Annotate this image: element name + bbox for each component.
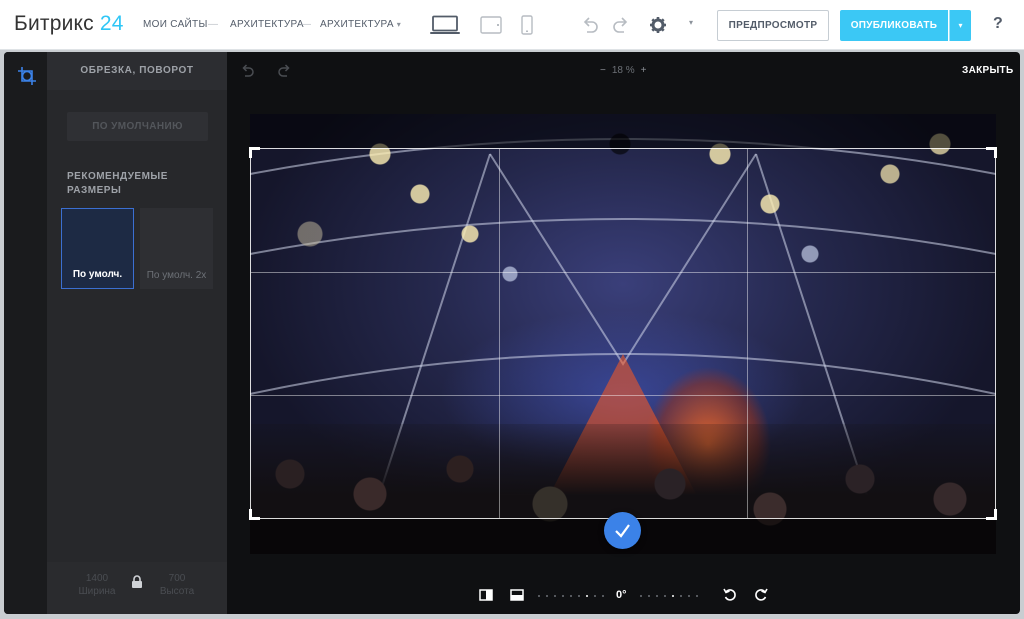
help-button[interactable]: ?: [993, 15, 1003, 33]
dimensions-footer: 1400 Ширина 700 Высота: [47, 562, 227, 614]
gear-icon[interactable]: [648, 15, 668, 35]
grid-line: [499, 149, 500, 518]
canvas-redo-icon[interactable]: [276, 63, 292, 79]
panel-title: ОБРЕЗКА, ПОВОРОТ: [47, 52, 227, 90]
publish-button[interactable]: ОПУБЛИКОВАТЬ: [840, 10, 948, 41]
settings-chevron-down-icon[interactable]: ▾: [689, 18, 693, 27]
rotation-angle: 0°: [616, 589, 627, 601]
flip-vertical-icon[interactable]: [510, 588, 524, 602]
rotate-right-icon[interactable]: [754, 588, 768, 602]
preview-button[interactable]: ПРЕДПРОСМОТР: [717, 10, 829, 41]
logo-text: Битрикс: [14, 12, 94, 35]
width-field[interactable]: 1400 Ширина: [72, 572, 122, 598]
crop-frame[interactable]: [249, 147, 997, 520]
crop-shade-top: [250, 114, 996, 148]
nav-separator: —: [301, 19, 311, 30]
zoom-control: −18 % +: [594, 65, 652, 76]
logo-number: 24: [99, 12, 124, 35]
crop-tool-icon[interactable]: [17, 66, 37, 86]
checkmark-icon: [615, 524, 630, 538]
nav-site-architecture[interactable]: АРХИТЕКТУРА: [230, 19, 304, 30]
apply-crop-button[interactable]: [604, 512, 641, 549]
publish-dropdown-button[interactable]: ▾: [949, 10, 971, 41]
preset-default[interactable]: По умолч.: [61, 208, 134, 289]
lock-icon[interactable]: [131, 575, 143, 589]
nav-page-label: АРХИТЕКТУРА: [320, 19, 394, 30]
tablet-icon[interactable]: [480, 15, 502, 35]
redo-icon[interactable]: [611, 15, 631, 35]
grid-line: [251, 395, 995, 396]
crop-panel: ОБРЕЗКА, ПОВОРОТ ПО УМОЛЧАНИЮ РЕКОМЕНДУЕ…: [47, 52, 227, 614]
image-editor: ОБРЕЗКА, ПОВОРОТ ПО УМОЛЧАНИЮ РЕКОМЕНДУЕ…: [4, 52, 1020, 614]
logo[interactable]: Битрикс 24: [14, 12, 124, 36]
nav-separator: —: [208, 19, 218, 30]
crop-handle-bottom-right[interactable]: [986, 509, 997, 520]
grid-line: [747, 149, 748, 518]
laptop-icon[interactable]: [430, 15, 460, 35]
rotate-left-icon[interactable]: [723, 588, 737, 602]
zoom-in-button[interactable]: +: [641, 65, 647, 76]
nav-page-architecture[interactable]: АРХИТЕКТУРА ▾: [320, 19, 401, 30]
crop-handle-bottom-left[interactable]: [249, 509, 260, 520]
preset-label: По умолч. 2x: [146, 270, 207, 281]
close-button[interactable]: ЗАКРЫТЬ: [962, 65, 1013, 76]
preset-default-2x[interactable]: По умолч. 2x: [140, 208, 213, 289]
rotation-scale-left[interactable]: [538, 595, 610, 597]
top-bar: Битрикс 24 МОИ САЙТЫ — АРХИТЕКТУРА — АРХ…: [0, 0, 1024, 50]
width-label: Ширина: [78, 586, 116, 597]
rotation-scale-right[interactable]: [640, 595, 712, 597]
zoom-out-button[interactable]: −: [600, 65, 606, 76]
preset-label: По умолч.: [72, 269, 123, 280]
chevron-down-icon: ▾: [396, 20, 402, 29]
height-label: Высота: [159, 586, 195, 597]
width-value: 1400: [85, 573, 109, 584]
phone-icon[interactable]: [521, 15, 533, 35]
canvas-undo-icon[interactable]: [240, 63, 256, 79]
zoom-value: 18 %: [611, 65, 635, 76]
nav-my-sites[interactable]: МОИ САЙТЫ: [143, 19, 208, 30]
grid-line: [251, 272, 995, 273]
crop-handle-top-right[interactable]: [986, 147, 997, 158]
height-value: 700: [168, 573, 186, 584]
tool-rail: [4, 52, 47, 614]
crop-handle-top-left[interactable]: [249, 147, 260, 158]
default-button[interactable]: ПО УМОЛЧАНИЮ: [67, 112, 208, 141]
recommended-sizes-title: РЕКОМЕНДУЕМЫЕ РАЗМЕРЫ: [67, 171, 168, 196]
height-field[interactable]: 700 Высота: [152, 572, 202, 598]
flip-horizontal-icon[interactable]: [479, 588, 493, 602]
undo-icon[interactable]: [580, 15, 600, 35]
